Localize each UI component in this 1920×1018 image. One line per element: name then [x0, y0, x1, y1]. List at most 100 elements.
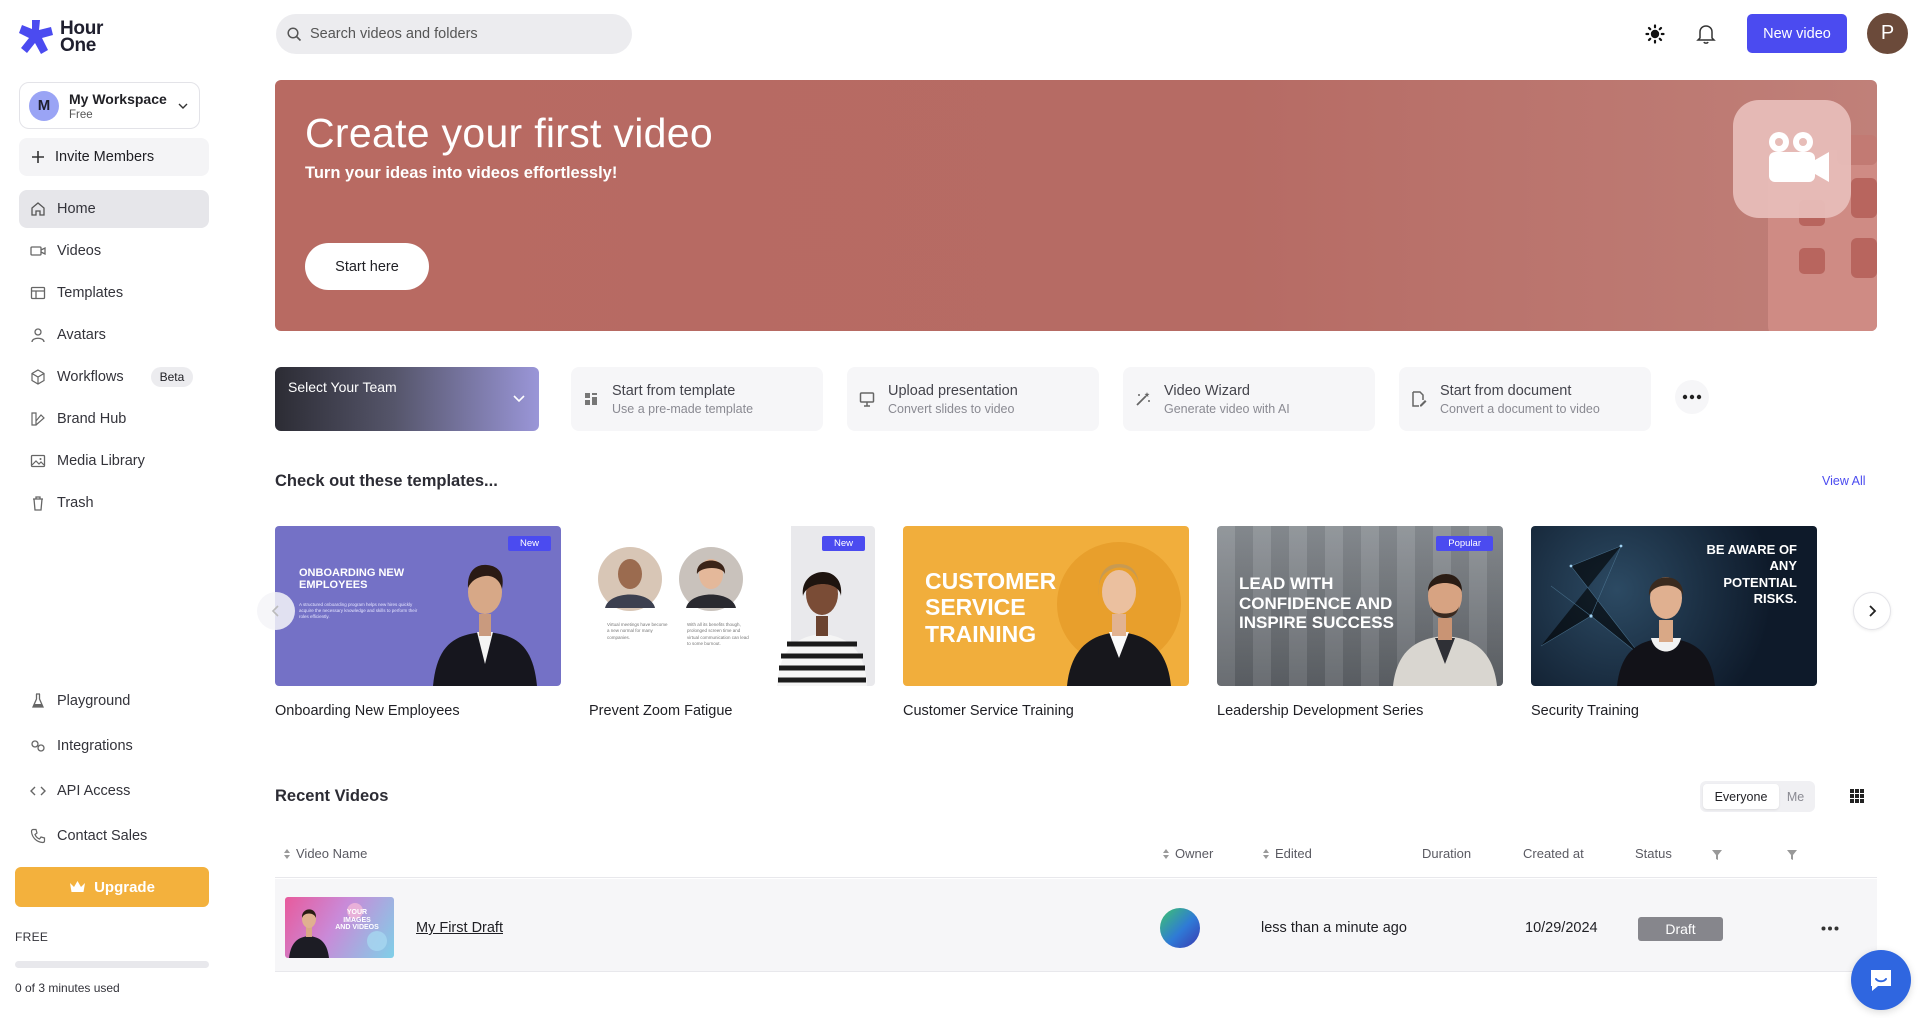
column-status: Status [1635, 846, 1672, 861]
column-created-at: Created at [1523, 846, 1584, 861]
workspace-plan: Free [69, 108, 93, 121]
notifications-button[interactable] [1694, 22, 1718, 46]
filter-icon[interactable] [1786, 849, 1798, 861]
template-card[interactable]: Lead with confidence and inspire success… [1217, 526, 1503, 719]
carousel-prev-button[interactable] [257, 592, 295, 630]
invite-members-button[interactable]: Invite Members [19, 138, 209, 176]
magic-wand-icon [1135, 391, 1151, 407]
view-all-link[interactable]: View All [1822, 474, 1866, 488]
table-row[interactable]: Your images and videos My First Draft le… [275, 879, 1877, 972]
workspace-switcher[interactable]: M My Workspace Free [19, 82, 200, 129]
brand-icon [30, 411, 46, 427]
theme-toggle-button[interactable] [1643, 22, 1667, 46]
search-bar[interactable] [276, 14, 632, 54]
sidebar-item-contact-sales[interactable]: Contact Sales [19, 817, 209, 855]
chevron-down-icon [513, 395, 525, 403]
thumbnail-text: Onboarding new employees [299, 567, 405, 591]
video-icon [30, 243, 46, 259]
sidebar-item-label: Brand Hub [57, 411, 127, 427]
support-chat-button[interactable] [1851, 950, 1911, 1010]
team-select-dropdown[interactable]: Select Your Team [275, 367, 539, 431]
more-actions-button[interactable] [1675, 380, 1709, 414]
presenter-figure [1057, 542, 1181, 686]
template-card[interactable]: Virtual meetings have become a new norma… [589, 526, 875, 719]
sidebar-item-label: Avatars [57, 327, 106, 343]
sidebar-item-media-library[interactable]: Media Library [19, 442, 209, 480]
template-thumbnail: Virtual meetings have become a new norma… [589, 526, 875, 686]
column-owner[interactable]: Owner [1162, 846, 1213, 861]
plus-icon [32, 151, 44, 163]
column-edited[interactable]: Edited [1262, 846, 1312, 861]
more-horizontal-icon [1682, 394, 1702, 400]
main-nav: Home Videos Templates Avatars Workflows … [19, 190, 209, 526]
upgrade-label: Upgrade [94, 878, 155, 896]
logo-text: Hour One [60, 18, 104, 56]
sidebar-item-label: Integrations [57, 738, 133, 754]
sidebar-item-label: API Access [57, 783, 131, 799]
owner-avatar [1160, 908, 1200, 948]
more-horizontal-icon [1821, 926, 1839, 930]
start-from-template-button[interactable]: Start from template Use a pre-made templ… [571, 367, 823, 431]
thumbnail-caption: A structured onboarding program helps ne… [299, 602, 418, 619]
search-input[interactable] [310, 26, 610, 42]
video-wizard-button[interactable]: Video Wizard Generate video with AI [1123, 367, 1375, 431]
created-date: 10/29/2024 [1525, 920, 1598, 936]
sidebar-item-videos[interactable]: Videos [19, 232, 209, 270]
upgrade-button[interactable]: Upgrade [15, 867, 209, 907]
action-subtitle: Use a pre-made template [612, 401, 754, 416]
sidebar-item-label: Home [57, 201, 96, 217]
sort-icon [284, 848, 290, 859]
filter-everyone[interactable]: Everyone [1703, 784, 1779, 809]
hour-one-logo[interactable]: Hour One [18, 18, 103, 56]
sidebar-item-home[interactable]: Home [19, 190, 209, 228]
chevron-down-icon [178, 103, 188, 109]
search-icon [287, 26, 302, 41]
sidebar-item-avatars[interactable]: Avatars [19, 316, 209, 354]
bell-icon [1696, 25, 1716, 44]
row-more-button[interactable] [1815, 915, 1845, 941]
template-card[interactable]: Be aware of any potential risks. Securit… [1531, 526, 1817, 719]
filter-icon[interactable] [1711, 849, 1723, 861]
column-video-name[interactable]: Video Name [283, 846, 367, 861]
status-badge: Draft [1638, 917, 1723, 941]
sidebar-item-brand-hub[interactable]: Brand Hub [19, 400, 209, 438]
new-video-button[interactable]: New video [1747, 14, 1847, 53]
sidebar-item-playground[interactable]: Playground [19, 682, 209, 720]
flask-icon [30, 693, 46, 709]
sidebar-item-workflows[interactable]: Workflows Beta [19, 358, 209, 396]
action-title: Upload presentation [888, 382, 1018, 399]
template-card[interactable]: Onboarding new employees A structured on… [275, 526, 561, 719]
template-name: Security Training [1531, 703, 1639, 719]
workspace-name: My Workspace [69, 90, 167, 107]
video-name-link[interactable]: My First Draft [416, 920, 503, 936]
upload-presentation-button[interactable]: Upload presentation Convert slides to vi… [847, 367, 1099, 431]
user-avatar[interactable]: P [1867, 13, 1908, 54]
filter-me[interactable]: Me [1779, 784, 1812, 809]
template-name: Onboarding New Employees [275, 703, 460, 719]
template-badge: New [821, 536, 865, 551]
sidebar-item-label: Trash [57, 495, 94, 511]
start-from-document-button[interactable]: Start from document Convert a document t… [1399, 367, 1651, 431]
home-icon [30, 201, 46, 217]
sidebar-item-trash[interactable]: Trash [19, 484, 209, 522]
chevron-left-icon [271, 605, 279, 617]
template-card[interactable]: Customer service training Customer Servi… [903, 526, 1189, 719]
sidebar-item-label: Contact Sales [57, 828, 148, 844]
hour-one-star-icon [19, 20, 53, 54]
sidebar-item-api-access[interactable]: API Access [19, 772, 209, 810]
action-subtitle: Convert a document to video [1440, 401, 1600, 416]
presenter-figure [1617, 577, 1715, 686]
user-icon [30, 327, 46, 343]
carousel-next-button[interactable] [1853, 592, 1891, 630]
usage-text: 0 of 3 minutes used [15, 981, 120, 995]
grid-view-icon[interactable] [1849, 788, 1865, 804]
crown-icon [70, 881, 86, 892]
template-badge: New [507, 536, 551, 551]
sidebar-item-label: Templates [57, 285, 124, 301]
secondary-nav: Playground Integrations API Access Conta… [19, 682, 209, 862]
team-select-label: Select Your Team [288, 379, 397, 395]
chevron-right-icon [1869, 605, 1877, 617]
sidebar-item-integrations[interactable]: Integrations [19, 727, 209, 765]
start-here-button[interactable]: Start here [305, 243, 429, 290]
sidebar-item-templates[interactable]: Templates [19, 274, 209, 312]
